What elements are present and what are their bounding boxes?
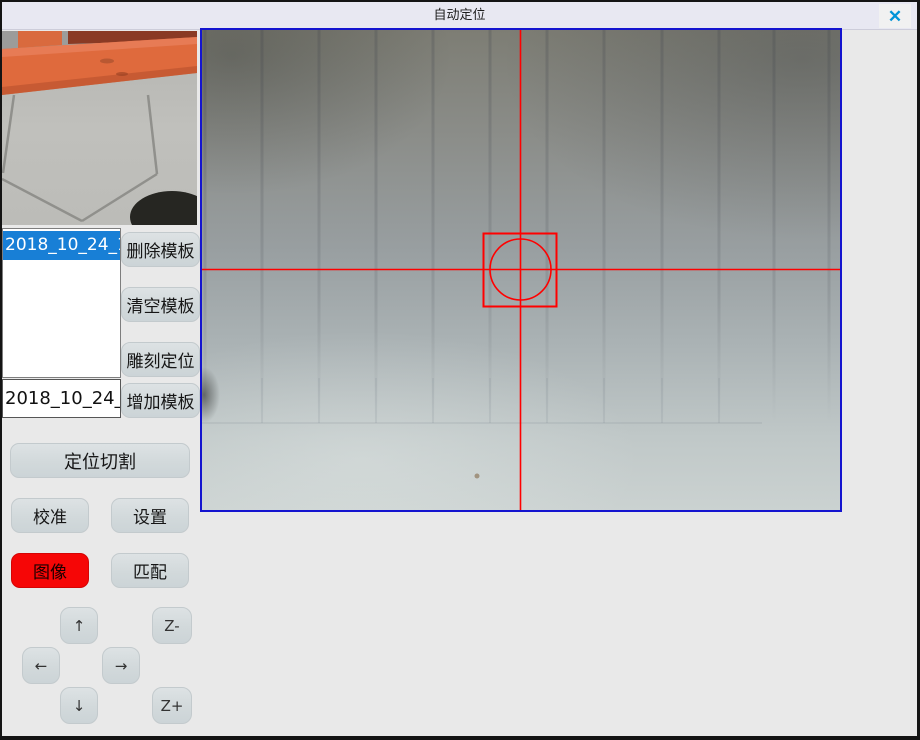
- template-thumbnail-image: [2, 31, 197, 225]
- template-list[interactable]: 2018_10_24_11: [2, 228, 121, 378]
- titlebar: 自动定位 ✕: [2, 2, 917, 30]
- ceiling-spot: [475, 474, 480, 479]
- position-cut-button[interactable]: 定位切割: [10, 443, 190, 478]
- settings-button[interactable]: 设置: [111, 498, 189, 533]
- z-plus-button[interactable]: Z+: [152, 687, 192, 724]
- image-button[interactable]: 图像: [11, 553, 89, 588]
- jog-down-button[interactable]: ↓: [60, 687, 98, 724]
- z-minus-button[interactable]: Z-: [152, 607, 192, 644]
- jog-right-button[interactable]: →: [102, 647, 140, 684]
- jog-left-button[interactable]: ←: [22, 647, 60, 684]
- clear-templates-button[interactable]: 清空模板: [121, 287, 200, 322]
- match-button[interactable]: 匹配: [111, 553, 189, 588]
- jog-up-button[interactable]: ↑: [60, 607, 98, 644]
- calibrate-button[interactable]: 校准: [11, 498, 89, 533]
- delete-template-button[interactable]: 删除模板: [121, 232, 200, 267]
- close-button[interactable]: ✕: [879, 4, 911, 28]
- window-title: 自动定位: [2, 2, 917, 30]
- camera-view[interactable]: [200, 28, 842, 512]
- close-icon: ✕: [888, 8, 902, 25]
- add-template-button[interactable]: 增加模板: [121, 383, 200, 418]
- camera-feed: [202, 30, 840, 510]
- template-name-input[interactable]: [2, 379, 121, 418]
- app-window: 自动定位 ✕ 2018_10_24_11: [0, 0, 920, 740]
- template-list-item[interactable]: 2018_10_24_11: [3, 231, 120, 260]
- engrave-position-button[interactable]: 雕刻定位: [121, 342, 200, 377]
